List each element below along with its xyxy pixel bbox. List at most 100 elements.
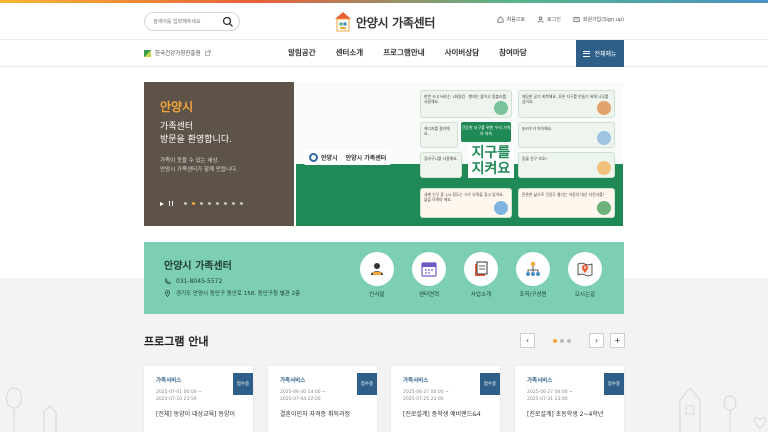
quick-links: 인사말 센터연혁 사업소개 조직/구성원 오시는길 [358, 252, 604, 298]
banner-card: 튼튼한 삶으로 건강도 챙기는 자동차 대신 자전거를! [518, 188, 615, 218]
program-page-dot[interactable] [553, 338, 557, 343]
eco-campaign-banner[interactable]: 안양시 안양시 가족센터 한번 쓰고 버리는 1회용컵 · 빨대는 줄이고 텀블… [296, 82, 623, 226]
all-menu-label: 전체메뉴 [594, 51, 617, 58]
slide-dot[interactable] [224, 202, 227, 205]
chevron-left-icon: ‹ [525, 336, 530, 345]
external-link-icon [204, 50, 211, 56]
quick-link-circle [516, 252, 550, 286]
water-drop-icon [494, 201, 508, 215]
pause-icon[interactable] [169, 201, 173, 206]
banner-card: 한번 쓰고 버리는 1회용컵 · 빨대는 줄이고 텀블러를 사용해요. [420, 90, 512, 118]
slide-dot[interactable] [216, 202, 219, 205]
menu-cyber-counsel[interactable]: 사이버상담 [445, 47, 480, 58]
banner-card: 분리수거 약속해요. [518, 122, 615, 148]
login-link-label: 로그인 [547, 17, 561, 23]
slide-dot[interactable] [200, 202, 203, 205]
quick-link-label: 오시는길 [574, 292, 596, 298]
hero-subtitle-1: 가족센터 [160, 122, 194, 132]
search-icon[interactable] [222, 16, 234, 28]
menu-participation[interactable]: 참여마당 [499, 47, 527, 58]
login-link[interactable]: 로그인 [537, 16, 561, 23]
menu-notice[interactable]: 알림공간 [288, 47, 316, 58]
program-card[interactable]: 가족서비스 2025-07-01 00:00 ~ 2025-07-10 23:5… [144, 366, 253, 432]
search-input[interactable] [153, 16, 221, 28]
program-category: 가족서비스 [527, 378, 553, 384]
banner-card-text: 동물 친구 보호! [522, 156, 547, 161]
program-date-end: 2025-07-25 23:00 [403, 396, 444, 402]
quick-link-greeting[interactable]: 인사말 [358, 252, 396, 298]
partner-label: 한국건강가정진흥원 [155, 51, 201, 57]
quick-link-label: 센터연혁 [418, 292, 440, 298]
site-logo[interactable]: 안양시 가족센터 [334, 9, 435, 35]
banner-slogan: 지구를 지켜요 [468, 144, 514, 178]
hero-subtitle-2: 방문을 환영합니다. [160, 135, 232, 145]
quick-link-directions[interactable]: 오시는길 [566, 252, 604, 298]
menu-center-intro[interactable]: 센터소개 [336, 47, 364, 58]
partner-link[interactable]: 한국건강가정진흥원 [144, 49, 211, 57]
calendar-icon [421, 262, 437, 277]
slide-dots [184, 202, 243, 205]
banner-card: 장바구니를 사용해요. [420, 152, 462, 178]
hero-title: 안양시 [160, 100, 194, 114]
program-category: 가족서비스 [280, 378, 306, 384]
quick-link-organization[interactable]: 조직/구성원 [514, 252, 552, 298]
banner-card-text: 장바구니를 사용해요. [424, 156, 458, 161]
plus-icon: + [614, 336, 621, 345]
slide-dot[interactable] [184, 202, 187, 205]
banner-card: 깨끗한 공기 회복해요. 푸른 지구를 만들기 위해 나무를 심어요. [518, 90, 615, 118]
search-box[interactable] [144, 12, 240, 31]
program-status-badge: 접수중 [480, 373, 500, 395]
program-next-button[interactable]: › [589, 333, 604, 348]
banner-card-text: 튼튼한 삶으로 건강도 챙기는 자동차 대신 자전거를! [522, 192, 605, 197]
program-page-dot[interactable] [560, 338, 564, 343]
slide-dot[interactable] [232, 202, 235, 205]
program-prev-button[interactable]: ‹ [520, 333, 535, 348]
city-logo-icon [309, 153, 318, 162]
program-controls: ‹ › + [520, 333, 625, 348]
hero-desc-line-2: 안양시 가족센터가 함께 만듭니다. [160, 167, 238, 173]
quick-link-label: 인사말 [369, 292, 385, 298]
slide-dot[interactable] [240, 202, 243, 205]
document-stack-icon [475, 261, 488, 276]
program-more-button[interactable]: + [610, 333, 625, 348]
program-date-end: 2025-07-10 23:59 [156, 396, 197, 402]
menu-programs[interactable]: 프로그램안내 [383, 47, 424, 58]
partner-logo-icon [144, 49, 151, 57]
home-link[interactable]: 처음으로 [497, 16, 525, 23]
banner-card-text: 분리수거 약속해요. [522, 126, 553, 131]
slide-dot[interactable] [192, 202, 195, 205]
program-title: [진로설계] 중학생 예비랜드&4 [403, 411, 481, 418]
slide-dot[interactable] [208, 202, 211, 205]
program-category: 가족서비스 [156, 378, 182, 384]
info-address-text: 경기도 안양시 동안구 동안로 158, 동안구청 별관 2층 [176, 291, 301, 297]
org-chart-icon [526, 261, 540, 276]
chevron-right-icon: › [594, 336, 599, 345]
site-header: 안양시 가족센터 처음으로 로그인 회원가입(Sign up) [0, 3, 768, 39]
quick-link-circle [568, 252, 602, 286]
signup-link[interactable]: 회원가입(Sign up) [573, 16, 624, 23]
quick-link-business[interactable]: 사업소개 [462, 252, 500, 298]
program-date-end: 2025-07-31 23:00 [527, 396, 568, 402]
program-status-badge: 접수중 [233, 373, 253, 395]
home-icon [497, 16, 504, 23]
slider-controls [160, 201, 243, 206]
quick-link-circle [360, 252, 394, 286]
program-card[interactable]: 가족서비스 2025-06-30 14:00 ~ 2025-07-04 22:0… [268, 366, 377, 432]
quick-link-history[interactable]: 센터연혁 [410, 252, 448, 298]
program-page-dot[interactable] [567, 338, 571, 343]
program-card[interactable]: 가족서비스 2025-06-27 00:00 ~ 2025-07-25 23:0… [391, 366, 500, 432]
program-title: 결혼이민자 자격증 취득과정 [280, 411, 351, 418]
banner-card: 세계 인구 중 1/4 정도는 식수 부족을 겪고 있어요. 물을 아껴야 해요… [420, 188, 512, 218]
home-link-label: 처음으로 [506, 17, 526, 23]
all-menu-button[interactable]: 전체메뉴 [576, 40, 624, 67]
map-pin-icon [577, 262, 593, 277]
tumbler-icon [494, 101, 508, 115]
quick-link-circle [412, 252, 446, 286]
program-card[interactable]: 가족서비스 2025-06-27 00:00 ~ 2025-07-31 23:0… [515, 366, 624, 432]
program-category: 가족서비스 [403, 378, 429, 384]
banner-card-text: 한번 쓰고 버리는 1회용컵 · 빨대는 줄이고 텀블러를 사용해요. [424, 94, 506, 104]
signup-icon [573, 16, 580, 23]
banner-slogan-line-2: 지켜요 [471, 161, 511, 177]
tree-icon [597, 101, 611, 115]
play-icon[interactable] [160, 201, 164, 206]
